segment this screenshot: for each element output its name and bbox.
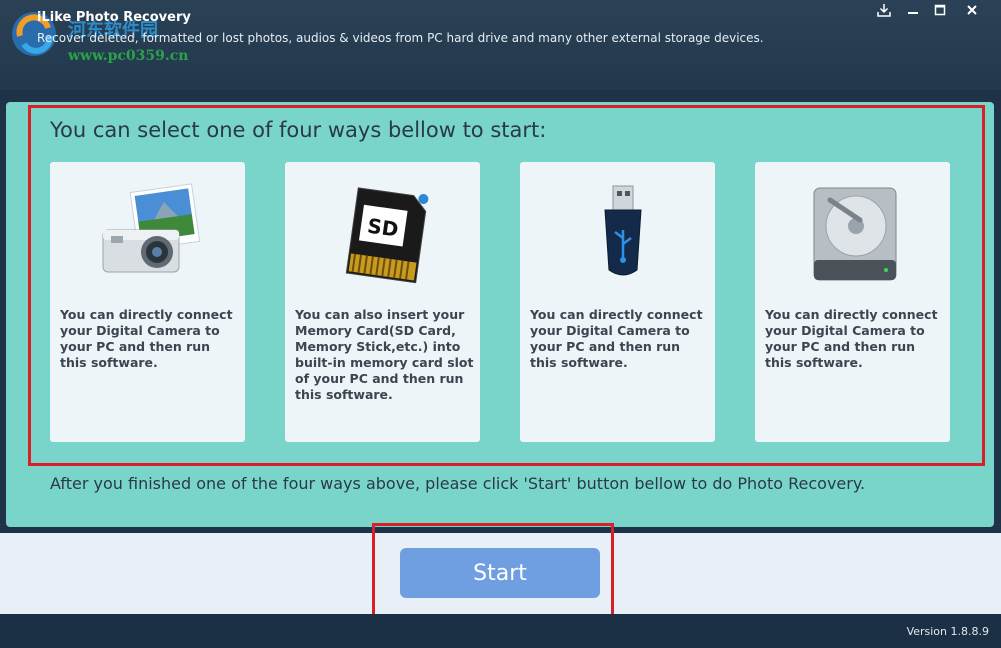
- close-icon: [967, 5, 977, 15]
- maximize-icon: [934, 4, 946, 16]
- maximize-button[interactable]: [926, 0, 954, 20]
- title-bar: iLike Photo Recovery 河东软件园 Recover delet…: [0, 0, 1001, 90]
- minimize-icon: [908, 12, 918, 14]
- app-subtitle: Recover deleted, formatted or lost photo…: [37, 31, 764, 45]
- highlight-box-options: [28, 105, 985, 466]
- status-bar: Version 1.8.8.9: [0, 614, 1001, 648]
- highlight-box-start: [372, 523, 614, 619]
- minimize-button[interactable]: [899, 0, 927, 20]
- download-button[interactable]: [870, 0, 898, 20]
- download-icon: [877, 4, 891, 17]
- instruction-text: After you finished one of the four ways …: [50, 474, 866, 493]
- watermark-url: www.pc0359.cn: [68, 48, 189, 64]
- version-label: Version 1.8.8.9: [906, 625, 989, 638]
- close-button[interactable]: [958, 0, 986, 20]
